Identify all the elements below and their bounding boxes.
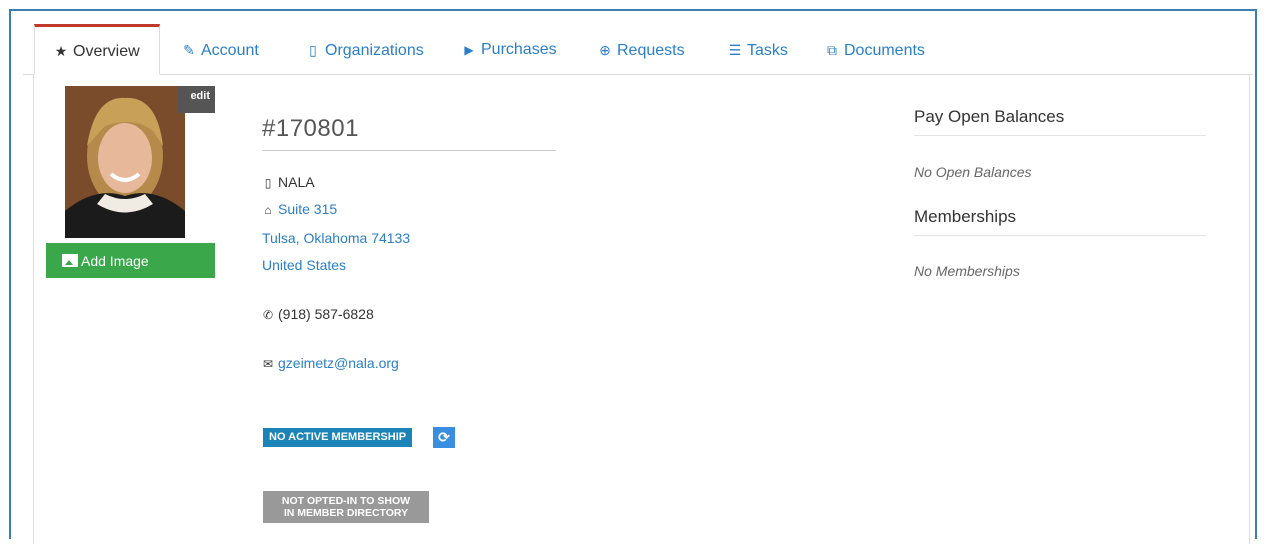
directory-badge-line1: NOT OPTED-IN TO SHOW xyxy=(281,495,411,507)
lifebuoy-icon: ⊕ xyxy=(599,42,611,58)
cart-icon: ▶ xyxy=(464,43,474,57)
organization-line: ▯ NALA xyxy=(262,174,315,190)
tab-account[interactable]: ✎ Account xyxy=(182,24,259,74)
organization-name: NALA xyxy=(278,174,315,190)
tab-tasks[interactable]: ☰ Tasks xyxy=(728,24,788,74)
address-line-2[interactable]: Tulsa, Oklahoma 74133 xyxy=(262,230,410,246)
refresh-icon[interactable]: ⟳ xyxy=(433,427,455,448)
panel-border-left xyxy=(33,74,34,544)
directory-status-badge: NOT OPTED-IN TO SHOW IN MEMBER DIRECTORY xyxy=(263,491,429,523)
phone-icon: ✆ xyxy=(262,308,274,322)
profile-portrait-image xyxy=(65,86,185,238)
address-link[interactable]: Suite 315 xyxy=(278,201,337,217)
add-image-button[interactable]: Add Image xyxy=(46,243,215,278)
add-image-label: Add Image xyxy=(81,253,149,269)
tab-label: Account xyxy=(201,42,259,59)
image-icon xyxy=(62,254,78,267)
envelope-icon: ✉ xyxy=(262,357,274,371)
no-memberships-text: No Memberships xyxy=(914,263,1020,279)
edit-photo-button[interactable]: edit xyxy=(178,86,215,113)
membership-status-badge: NO ACTIVE MEMBERSHIP xyxy=(263,428,413,447)
tab-label: Documents xyxy=(844,42,925,59)
building-icon: ▯ xyxy=(309,42,317,58)
pay-open-balances-heading: Pay Open Balances xyxy=(914,107,1206,136)
profile-photo xyxy=(65,86,185,238)
phone-line: ✆ (918) 587-6828 xyxy=(262,306,374,322)
building-icon: ▯ xyxy=(264,176,272,190)
panel-border-right xyxy=(1249,74,1250,544)
tab-label: Tasks xyxy=(747,42,788,59)
tab-organizations[interactable]: ▯ Organizations xyxy=(306,24,424,74)
star-icon: ★ xyxy=(54,43,68,59)
edit-icon: ✎ xyxy=(183,42,195,58)
tab-label: Organizations xyxy=(325,42,424,59)
files-icon: ⧉ xyxy=(827,42,837,58)
tab-requests[interactable]: ⊕ Requests xyxy=(598,24,685,74)
email-link[interactable]: gzeimetz@nala.org xyxy=(278,355,399,371)
address-country[interactable]: United States xyxy=(262,257,346,273)
tab-label: Requests xyxy=(617,42,685,59)
email-line[interactable]: ✉ gzeimetz@nala.org xyxy=(262,355,399,371)
no-open-balances-text: No Open Balances xyxy=(914,164,1032,180)
phone-number: (918) 587-6828 xyxy=(278,306,374,322)
tab-label: Overview xyxy=(73,43,140,60)
tab-documents[interactable]: ⧉ Documents xyxy=(825,24,925,74)
directory-badge-line2: IN MEMBER DIRECTORY xyxy=(283,507,409,519)
address-line-1[interactable]: ⌂ Suite 315 xyxy=(262,201,337,217)
member-id: #170801 xyxy=(262,115,556,151)
tasks-icon: ☰ xyxy=(728,42,742,58)
tab-label: Purchases xyxy=(481,41,557,58)
tab-bar: ★ Overview ✎ Account ▯ Organizations ▶ Purch… xyxy=(23,24,1253,75)
home-icon: ⌂ xyxy=(264,203,272,217)
tab-purchases[interactable]: ▶ Purchases xyxy=(462,24,557,74)
tab-overview[interactable]: ★ Overview xyxy=(34,24,160,75)
memberships-heading: Memberships xyxy=(914,207,1206,236)
